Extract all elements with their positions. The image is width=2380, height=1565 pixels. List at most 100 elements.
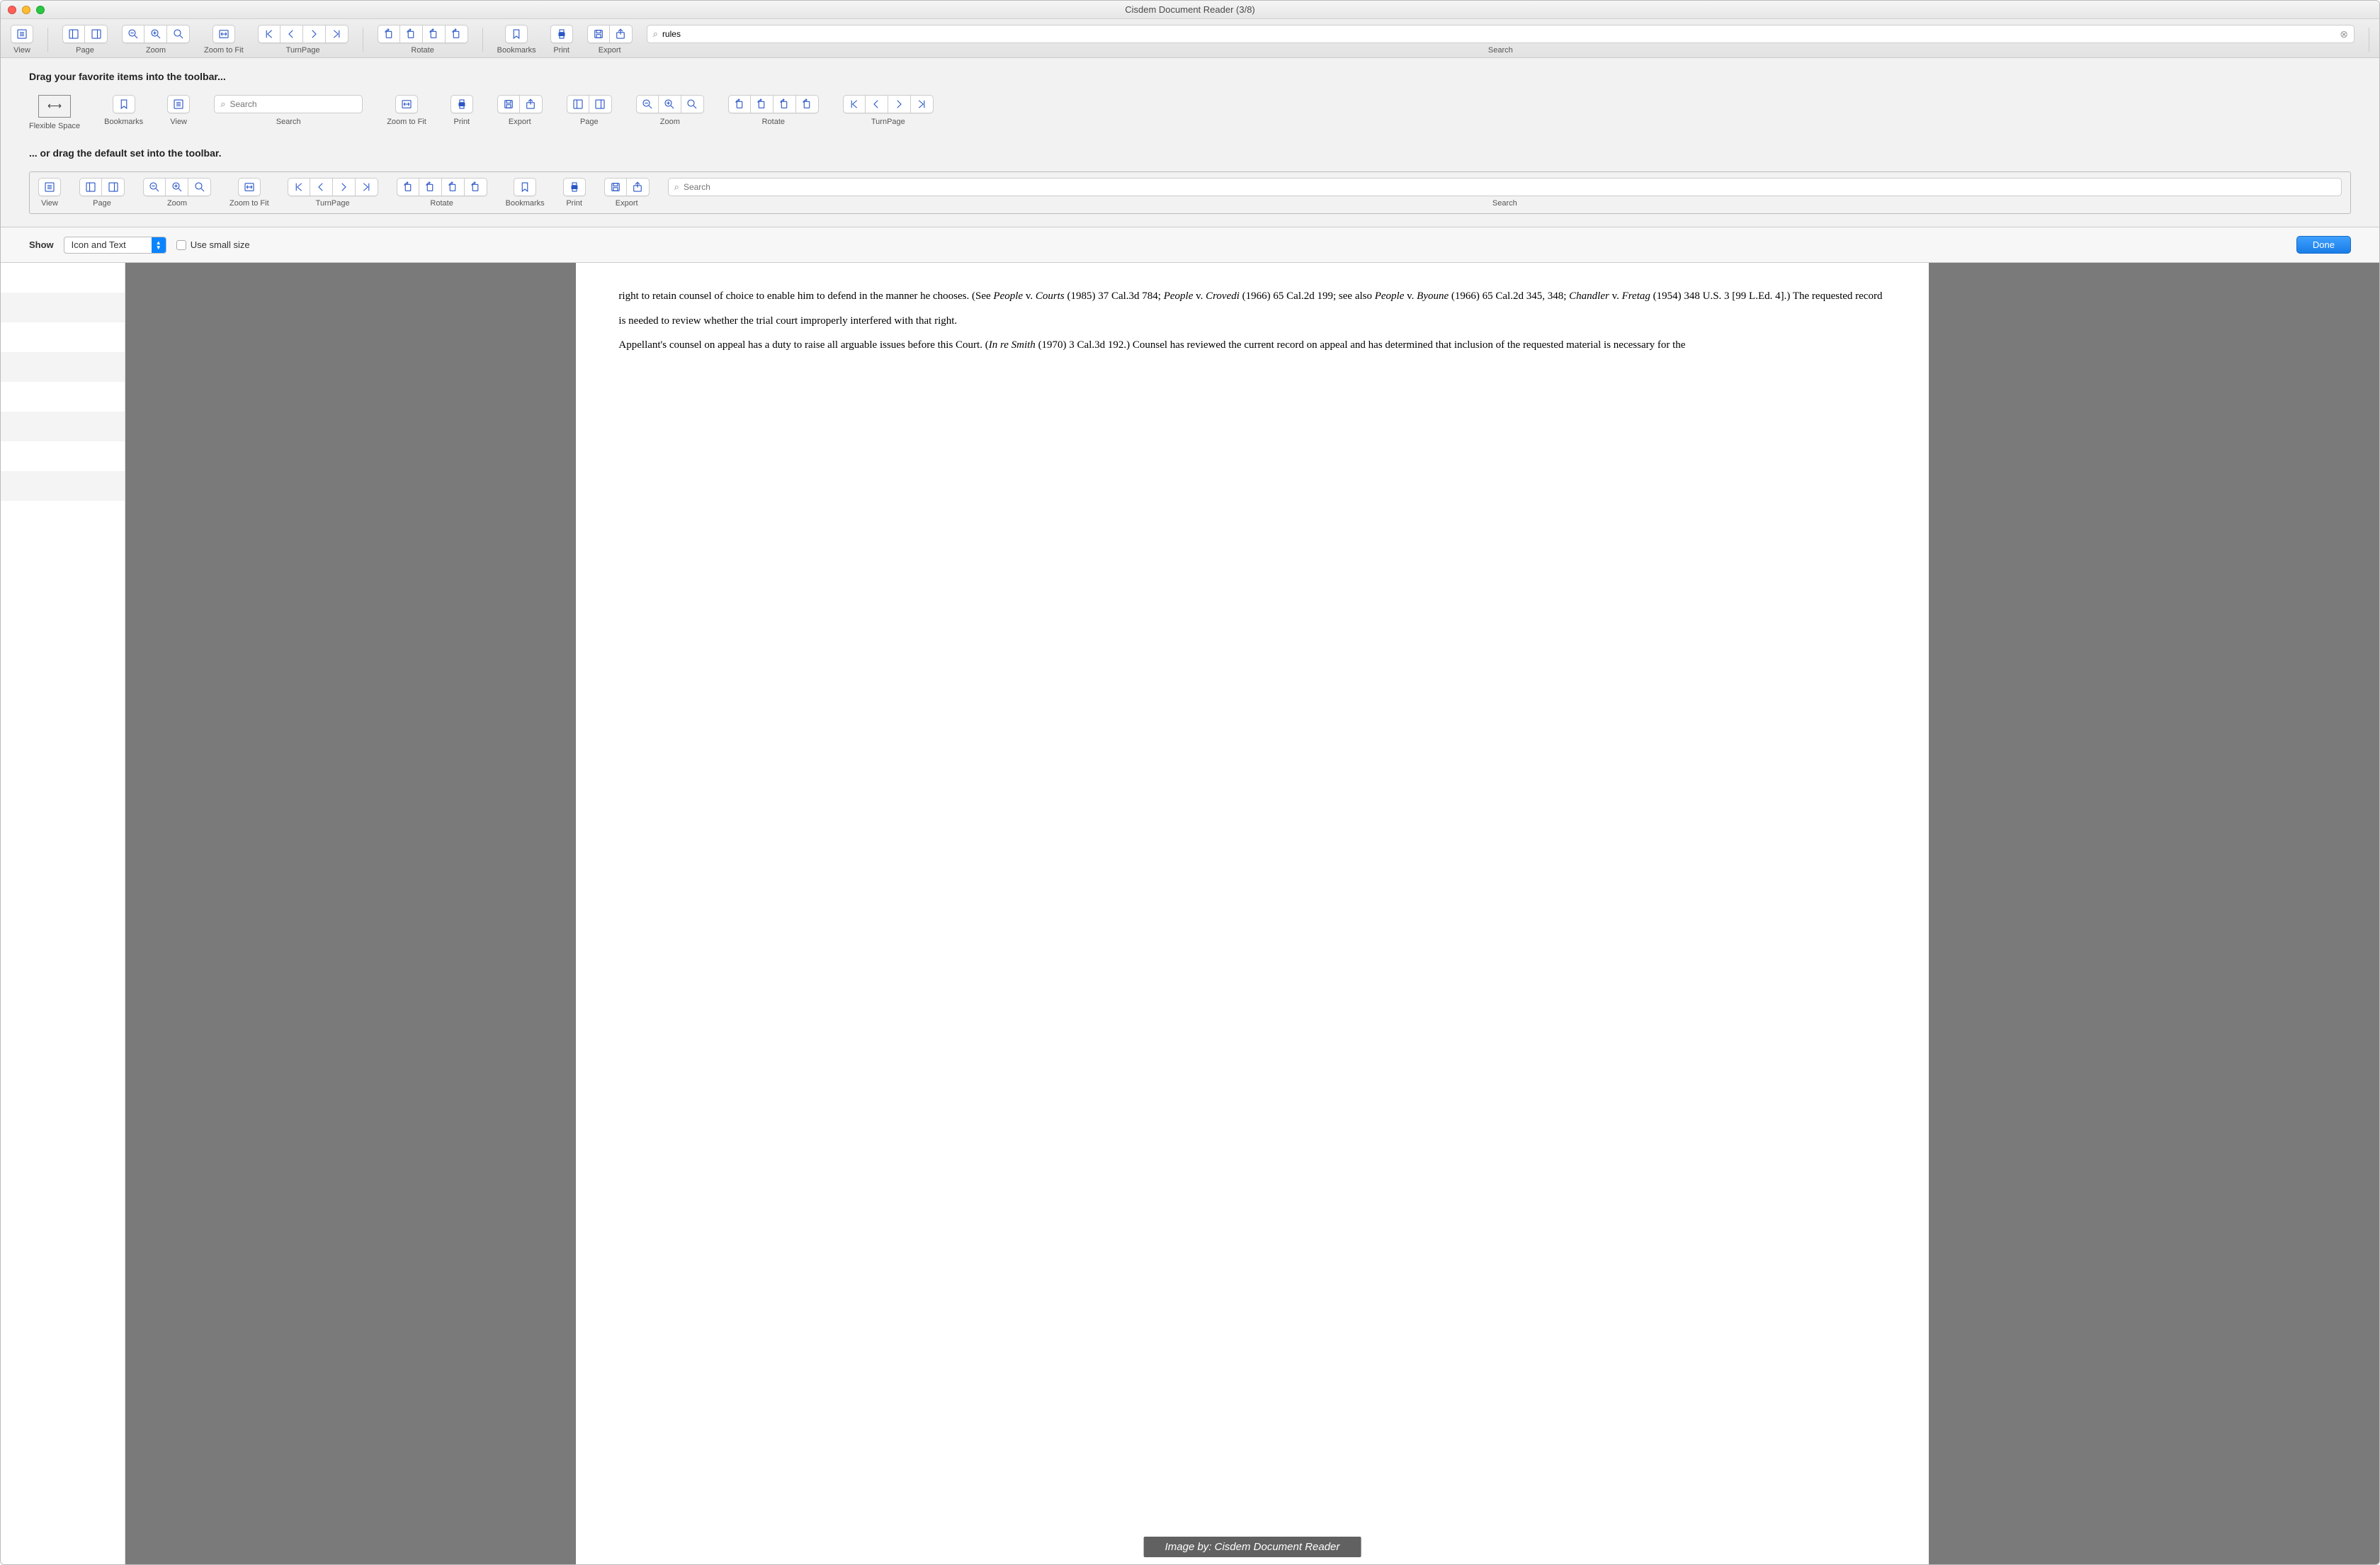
- customize-toolbar-panel: Drag your favorite items into the toolba…: [1, 58, 2379, 227]
- rotate-3-button[interactable]: [423, 25, 446, 43]
- save-icon: [502, 98, 515, 111]
- window-close-button[interactable]: [8, 6, 16, 14]
- default-set[interactable]: View Page Zoom Zoom to Fit TurnPage Rota…: [29, 171, 2351, 214]
- show-label: Show: [29, 239, 54, 250]
- title-bar: Cisdem Document Reader (3/8): [1, 1, 2379, 19]
- zoom-in-icon: [149, 28, 162, 40]
- palette-zoom[interactable]: Zoom: [636, 95, 704, 126]
- page-mode-2-button[interactable]: [85, 25, 108, 43]
- page-viewport[interactable]: right to retain counsel of choice to ena…: [125, 263, 2379, 1564]
- small-size-label: Use small size: [191, 239, 250, 250]
- rotate-2-button[interactable]: [400, 25, 423, 43]
- document-area: right to retain counsel of choice to ena…: [1, 263, 2379, 1564]
- customize-footer: Show Icon and Text ▲▼ Use small size Don…: [1, 227, 2379, 263]
- zoom-label: Zoom: [146, 46, 166, 55]
- search-field[interactable]: ⌕ ⊗: [647, 25, 2354, 43]
- palette-search-input: [230, 99, 356, 109]
- small-size-checkbox[interactable]: Use small size: [176, 239, 250, 250]
- page-label: Page: [76, 46, 94, 55]
- rotate-icon: [778, 98, 790, 111]
- customize-heading-2: ... or drag the default set into the too…: [29, 147, 2351, 159]
- view-icon: [172, 98, 185, 111]
- palette-page[interactable]: Page: [567, 95, 612, 126]
- rotate-label: Rotate: [411, 46, 434, 55]
- zoomfit-label: Zoom to Fit: [204, 46, 244, 55]
- zoom-out-icon: [641, 98, 654, 111]
- print-button[interactable]: [550, 25, 573, 43]
- rotate-icon: [450, 28, 463, 40]
- bookmark-icon: [118, 98, 130, 111]
- zoom-in-icon: [663, 98, 676, 111]
- palette-print[interactable]: Print: [450, 95, 473, 126]
- export-share-button[interactable]: [610, 25, 633, 43]
- page-right-icon: [594, 98, 606, 111]
- export-save-button[interactable]: [587, 25, 610, 43]
- share-icon: [524, 98, 537, 111]
- palette-search[interactable]: ⌕ Search: [214, 95, 363, 126]
- clear-search-button[interactable]: ⊗: [2340, 28, 2348, 40]
- main-toolbar: View Page Zoom Zoom to Fit: [1, 19, 2379, 58]
- page-right-icon: [90, 28, 103, 40]
- rotate-icon: [800, 98, 813, 111]
- rotate-1-button[interactable]: [378, 25, 400, 43]
- prev-page-icon: [870, 98, 883, 111]
- page-mode-1-button[interactable]: [62, 25, 85, 43]
- palette-flexible-space[interactable]: Flexible Space: [29, 95, 80, 130]
- last-page-icon: [330, 28, 343, 40]
- search-icon: ⌕: [653, 28, 658, 40]
- view-button[interactable]: [11, 25, 33, 43]
- customize-heading: Drag your favorite items into the toolba…: [29, 71, 2351, 82]
- window-title: Cisdem Document Reader (3/8): [1, 4, 2379, 15]
- document-page: right to retain counsel of choice to ena…: [576, 263, 1928, 1564]
- zoom-actual-icon: [172, 28, 185, 40]
- palette-bookmarks[interactable]: Bookmarks: [104, 95, 143, 126]
- palette-turnpage[interactable]: TurnPage: [843, 95, 934, 126]
- window-maximize-button[interactable]: [36, 6, 45, 14]
- done-button[interactable]: Done: [2296, 236, 2351, 254]
- next-page-button[interactable]: [303, 25, 326, 43]
- palette-zoom-to-fit[interactable]: Zoom to Fit: [387, 95, 426, 126]
- export-label: Export: [599, 46, 621, 55]
- view-icon: [16, 28, 28, 40]
- bookmarks-label: Bookmarks: [497, 46, 536, 55]
- zoom-fit-icon: [217, 28, 230, 40]
- zoom-actual-button[interactable]: [167, 25, 190, 43]
- prev-page-icon: [285, 28, 298, 40]
- zoom-out-icon: [127, 28, 140, 40]
- bookmarks-button[interactable]: [505, 25, 528, 43]
- search-input[interactable]: [662, 29, 2335, 39]
- rotate-icon: [755, 98, 768, 111]
- zoom-fit-icon: [400, 98, 413, 111]
- search-icon: ⌕: [220, 98, 225, 110]
- window-minimize-button[interactable]: [22, 6, 30, 14]
- first-page-button[interactable]: [258, 25, 280, 43]
- last-page-button[interactable]: [326, 25, 348, 43]
- palette-export[interactable]: Export: [497, 95, 543, 126]
- print-icon: [455, 98, 468, 111]
- first-page-icon: [848, 98, 861, 111]
- view-label: View: [13, 46, 30, 55]
- rotate-icon: [427, 28, 440, 40]
- flexible-space-icon: [38, 95, 71, 118]
- share-icon: [614, 28, 627, 40]
- rotate-4-button[interactable]: [446, 25, 468, 43]
- next-page-icon: [892, 98, 905, 111]
- thumbnail-sidebar[interactable]: [1, 263, 125, 1564]
- print-label: Print: [553, 46, 570, 55]
- rotate-icon: [733, 98, 746, 111]
- prev-page-button[interactable]: [280, 25, 303, 43]
- palette-rotate[interactable]: Rotate: [728, 95, 819, 126]
- search-label: Search: [647, 46, 2354, 55]
- palette-view[interactable]: View: [167, 95, 190, 126]
- next-page-icon: [307, 28, 320, 40]
- zoom-to-fit-button[interactable]: [212, 25, 235, 43]
- show-select-value: Icon and Text: [72, 239, 152, 250]
- image-caption: Image by: Cisdem Document Reader: [1144, 1537, 1361, 1557]
- customize-palette: Flexible Space Bookmarks View ⌕ Search Z…: [29, 95, 2351, 130]
- turnpage-label: TurnPage: [286, 46, 320, 55]
- zoom-in-button[interactable]: [144, 25, 167, 43]
- page-left-icon: [572, 98, 584, 111]
- zoom-out-button[interactable]: [122, 25, 144, 43]
- select-chevron-icon: ▲▼: [152, 237, 166, 253]
- show-select[interactable]: Icon and Text ▲▼: [64, 237, 166, 254]
